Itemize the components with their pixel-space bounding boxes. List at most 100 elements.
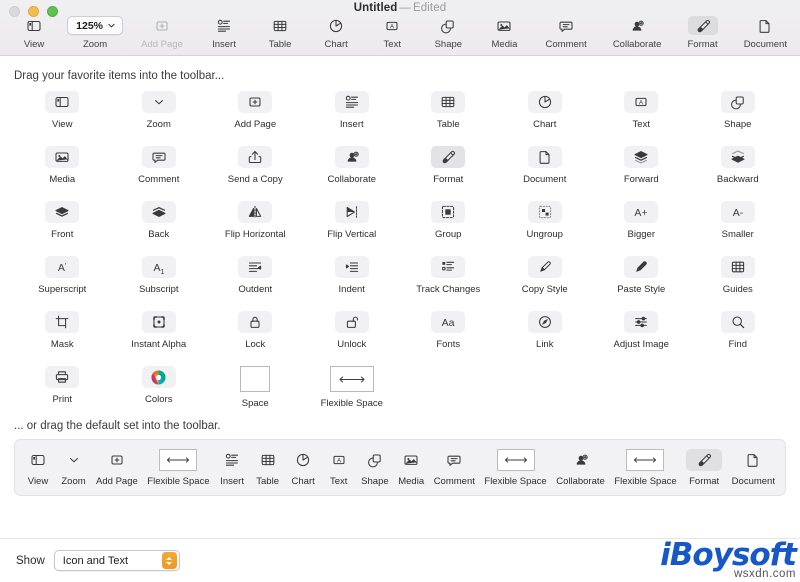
palette-item-collaborate[interactable]: Collaborate [304, 139, 401, 194]
palette-item-document[interactable]: Document [497, 139, 594, 194]
palette-item-guides[interactable]: Guides [690, 249, 787, 304]
palette-item-label: Add Page [234, 119, 277, 130]
default-set-item-chart[interactable]: Chart [289, 449, 317, 487]
default-set-item-flexible-space[interactable]: Flexible Space [483, 448, 547, 487]
palette-item-view[interactable]: View [14, 84, 111, 139]
default-set-item-format[interactable]: Format [685, 448, 723, 487]
space-icon [240, 366, 271, 392]
toolbar-item-zoom[interactable]: 125% Zoom [62, 16, 128, 50]
table-icon [265, 16, 295, 35]
default-set-item-insert[interactable]: Insert [218, 449, 246, 487]
table-icon [431, 91, 466, 113]
default-set-item-document[interactable]: Document [731, 449, 776, 487]
palette-item-colors[interactable]: Colors [111, 359, 208, 414]
zoom-level-select[interactable]: 125% [67, 16, 124, 35]
default-set-item-flexible-space[interactable]: Flexible Space [613, 448, 677, 487]
toolbar-item-shape[interactable]: Shape [420, 16, 476, 50]
palette-item-media[interactable]: Media [14, 139, 111, 194]
palette-item-send-a-copy[interactable]: Send a Copy [207, 139, 304, 194]
palette-item-shape[interactable]: Shape [690, 84, 787, 139]
media-icon [45, 146, 80, 168]
toolbar-item-document[interactable]: Document [731, 16, 800, 50]
watermark-brand-i: i [660, 537, 671, 573]
palette-item-outdent[interactable]: Outdent [207, 249, 304, 304]
default-set-item-flexible-space[interactable]: Flexible Space [146, 448, 210, 487]
toolbar-item-chart[interactable]: Chart [308, 16, 364, 50]
palette-item-label: Backward [716, 174, 759, 185]
palette-item-subscript[interactable]: A1 Subscript [111, 249, 208, 304]
palette-item-print[interactable]: Print [14, 359, 111, 414]
palette-item-space[interactable]: Space [207, 359, 304, 414]
palette-item-chart[interactable]: Chart [497, 84, 594, 139]
palette-item-zoom[interactable]: Zoom [111, 84, 208, 139]
default-set-item-label: Document [731, 475, 775, 487]
palette-item-fonts[interactable]: Aa Fonts [400, 304, 497, 359]
toolbar-item-comment[interactable]: Comment [532, 16, 599, 50]
svg-text:A-: A- [733, 207, 744, 219]
toolbar-item-format[interactable]: Format [674, 16, 730, 50]
drag-default-set-hint: ... or drag the default set into the too… [14, 420, 221, 432]
palette-item-mask[interactable]: Mask [14, 304, 111, 359]
palette-item-find[interactable]: Find [690, 304, 787, 359]
default-set-item-shape[interactable]: Shape [360, 449, 389, 487]
palette-item-flexible-space[interactable]: Flexible Space [304, 359, 401, 414]
palette-item-unlock[interactable]: Unlock [304, 304, 401, 359]
toolbar-item-insert[interactable]: Insert [196, 16, 252, 50]
palette-item-link[interactable]: Link [497, 304, 594, 359]
palette-item-label: Unlock [337, 339, 367, 350]
palette-item-add-page[interactable]: Add Page [207, 84, 304, 139]
palette-item-comment[interactable]: Comment [111, 139, 208, 194]
palette-item-bigger[interactable]: A+ Bigger [593, 194, 690, 249]
zoom-popup: 125% [67, 16, 124, 35]
default-set-item-text[interactable]: A Text [325, 449, 353, 487]
default-set-toolbar[interactable]: View Zoom Add Page Flexible Space Insert Tabl… [14, 439, 786, 496]
default-set-item-view[interactable]: View [24, 449, 52, 487]
palette-item-instant-alpha[interactable]: Instant Alpha [111, 304, 208, 359]
default-set-item-add-page[interactable]: Add Page [95, 449, 139, 487]
palette-item-text[interactable]: A Text [593, 84, 690, 139]
toolbar-item-table[interactable]: Table [252, 16, 308, 50]
palette-item-superscript[interactable]: A′ Superscript [14, 249, 111, 304]
palette-item-label: Adjust Image [613, 339, 669, 350]
palette-item-format[interactable]: Format [400, 139, 497, 194]
palette-item-flip-horizontal[interactable]: Flip Horizontal [207, 194, 304, 249]
default-set-item-zoom[interactable]: Zoom [60, 449, 88, 487]
palette-item-front[interactable]: Front [14, 194, 111, 249]
stepper-arrows-icon[interactable] [161, 552, 177, 569]
comment-icon [141, 146, 176, 168]
palette-item-paste-style[interactable]: Paste Style [593, 249, 690, 304]
default-set-item-comment[interactable]: Comment [433, 449, 476, 487]
default-set-item-table[interactable]: Table [254, 449, 282, 487]
palette-item-table[interactable]: Table [400, 84, 497, 139]
svg-text:A: A [639, 100, 644, 107]
default-set-item-collaborate[interactable]: Collaborate [555, 449, 606, 487]
palette-item-insert[interactable]: Insert [304, 84, 401, 139]
palette-item-ungroup[interactable]: Ungroup [497, 194, 594, 249]
palette-item-backward[interactable]: Backward [690, 139, 787, 194]
palette-item-label: Bigger [627, 229, 655, 240]
palette-item-group[interactable]: Group [400, 194, 497, 249]
chart-icon [290, 449, 316, 471]
palette-item-track-changes[interactable]: Track Changes [400, 249, 497, 304]
palette-item-copy-style[interactable]: Copy Style [497, 249, 594, 304]
palette-item-indent[interactable]: Indent [304, 249, 401, 304]
text-icon: A [326, 449, 352, 471]
palette-item-back[interactable]: Back [111, 194, 208, 249]
palette-item-smaller[interactable]: A- Smaller [690, 194, 787, 249]
default-set-item-label: Zoom [61, 475, 86, 487]
toolbar-item-collaborate[interactable]: Collaborate [600, 16, 675, 50]
palette-item-label: Print [52, 394, 73, 405]
palette-item-label: Copy Style [521, 284, 568, 295]
flip-vertical-icon [334, 201, 369, 223]
insert-icon [209, 16, 239, 35]
toolbar-item-view[interactable]: View [6, 16, 62, 50]
palette-item-lock[interactable]: Lock [207, 304, 304, 359]
show-mode-select[interactable]: Icon and Text [53, 550, 180, 571]
palette-item-adjust-image[interactable]: Adjust Image [593, 304, 690, 359]
default-set-item-media[interactable]: Media [397, 449, 425, 487]
toolbar-item-media[interactable]: Media [476, 16, 532, 50]
toolbar-item-text[interactable]: A Text [364, 16, 420, 50]
toolbar-item-add-page: Add Page [128, 16, 196, 50]
palette-item-flip-vertical[interactable]: Flip Vertical [304, 194, 401, 249]
palette-item-forward[interactable]: Forward [593, 139, 690, 194]
